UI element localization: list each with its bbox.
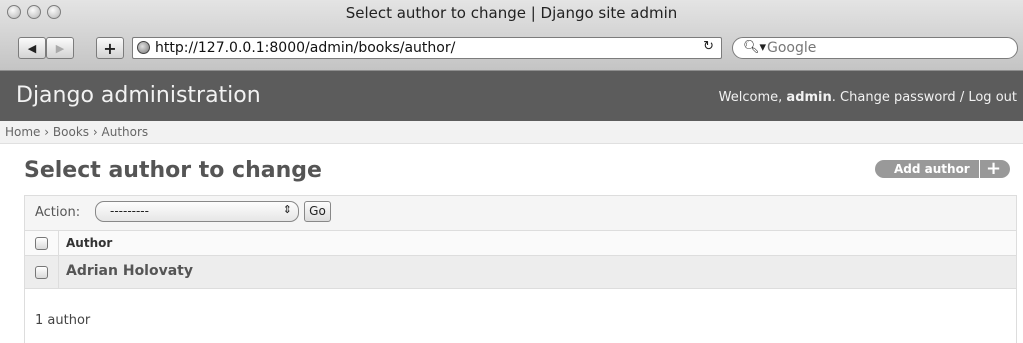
action-label: Action: (35, 205, 81, 220)
globe-icon (137, 41, 150, 54)
table-header: Author (25, 231, 1016, 256)
welcome-text: Welcome, (718, 90, 783, 105)
breadcrumb-authors: Authors (101, 125, 149, 139)
select-all-checkbox[interactable] (35, 237, 48, 250)
breadcrumb: Home › Books › Authors (0, 121, 1023, 144)
url-text: http://127.0.0.1:8000/admin/books/author… (155, 40, 456, 56)
change-password-link[interactable]: Change password (840, 90, 956, 105)
paginator: 1 author (35, 313, 91, 328)
reload-icon[interactable]: ↻ (703, 39, 714, 54)
page-title: Select author to change (24, 158, 322, 183)
table-row: Adrian Holovaty (25, 256, 1016, 289)
back-button[interactable]: ◀ (18, 37, 46, 59)
action-select[interactable]: --------- ⇕ (95, 201, 299, 222)
username: admin (786, 90, 832, 105)
breadcrumb-separator: › (92, 125, 98, 139)
admin-header: Django administration Welcome, admin. Ch… (0, 71, 1023, 121)
user-tools: Welcome, admin. Change password / Log ou… (718, 90, 1017, 105)
window-title: Select author to change | Django site ad… (345, 4, 678, 22)
search-icon: 🔍︎▾ (743, 40, 767, 55)
address-bar[interactable]: http://127.0.0.1:8000/admin/books/author… (132, 37, 722, 59)
select-arrows-icon: ⇕ (282, 203, 292, 216)
browser-titlebar: Select author to change | Django site ad… (0, 0, 1023, 71)
action-select-value: --------- (110, 204, 149, 218)
breadcrumb-home[interactable]: Home (5, 125, 40, 139)
author-link[interactable]: Adrian Holovaty (66, 263, 193, 279)
new-tab-button[interactable]: + (96, 37, 124, 59)
forward-arrow-icon: ▶ (55, 41, 65, 55)
site-brand[interactable]: Django administration (16, 83, 261, 108)
logout-link[interactable]: Log out (968, 90, 1017, 105)
plus-icon: + (103, 38, 117, 58)
row-checkbox[interactable] (35, 266, 48, 279)
breadcrumb-separator: › (44, 125, 50, 139)
search-input[interactable]: 🔍︎▾ Google (732, 37, 1018, 59)
add-author-label: Add author (894, 162, 970, 176)
plus-icon: + (986, 158, 1002, 179)
search-placeholder: Google (767, 40, 817, 56)
breadcrumb-books[interactable]: Books (53, 125, 89, 139)
forward-button[interactable]: ▶ (46, 37, 74, 59)
add-author-button[interactable]: Add author + (875, 158, 1010, 179)
user-tools-separator: / (959, 90, 965, 105)
changelist: Action: --------- ⇕ Go Author Adrian Hol… (24, 195, 1017, 343)
column-header-author[interactable]: Author (66, 236, 112, 250)
back-arrow-icon: ◀ (27, 41, 37, 55)
go-button[interactable]: Go (304, 201, 331, 222)
actions-bar: Action: --------- ⇕ Go (25, 196, 1016, 231)
